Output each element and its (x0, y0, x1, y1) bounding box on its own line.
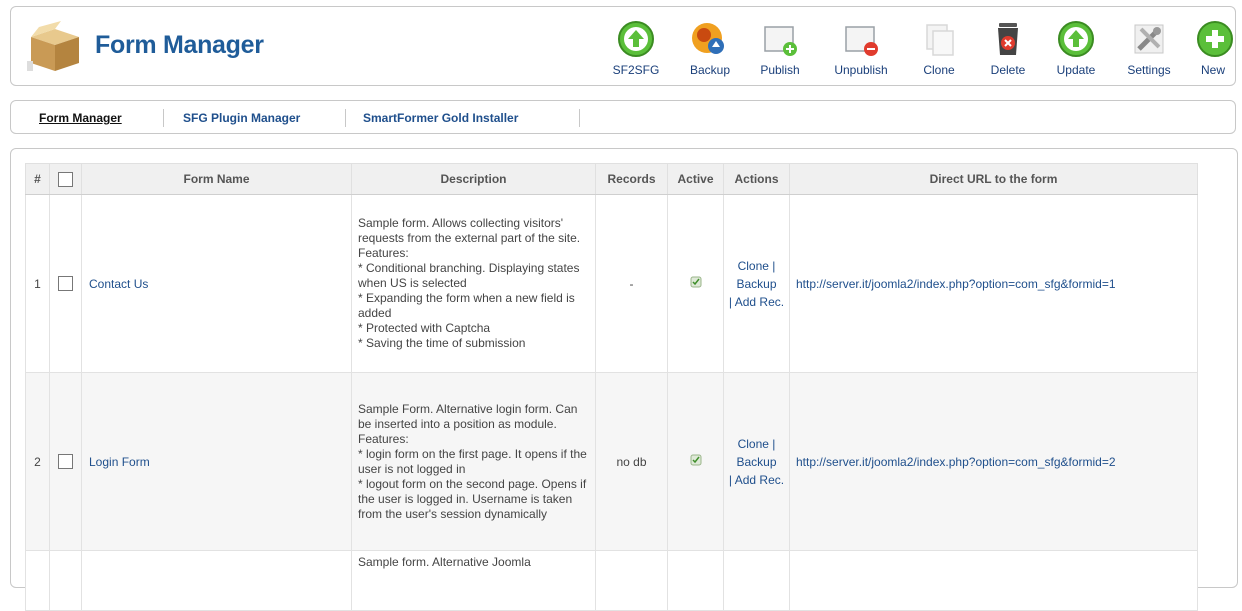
clone-icon (926, 24, 954, 56)
table-row: 2 Login Form Sample Form. Alternative lo… (25, 372, 1198, 551)
row-select-cell (49, 194, 82, 373)
col-header-records: Records (595, 163, 668, 195)
backup-action-link[interactable]: Backup (736, 455, 776, 469)
direct-url-link[interactable]: http://server.it/joomla2/index.php?optio… (796, 455, 1116, 469)
actions-cell: Clone | Backup | Add Rec. (723, 194, 790, 373)
actions-cell: Clone | Backup | Add Rec. (723, 372, 790, 551)
description-cell: Sample Form. Alternative login form. Can… (351, 372, 596, 551)
active-cell (667, 372, 724, 551)
unpublish-icon (845, 26, 878, 56)
unpublish-button[interactable]: Unpublish (829, 19, 893, 77)
form-name-link[interactable]: Contact Us (83, 277, 148, 291)
forms-table: # Form Name Description Records Active A… (25, 163, 1198, 611)
table-header-row: # Form Name Description Records Active A… (25, 163, 1198, 195)
form-name-cell: Login Form (81, 372, 352, 551)
settings-icon (1134, 24, 1164, 54)
description-text: Sample form. Allows collecting visitors'… (358, 216, 581, 350)
description-text: Sample Form. Alternative login form. Can… (358, 401, 587, 521)
col-header-direct-url: Direct URL to the form (789, 163, 1198, 195)
active-cell (667, 194, 724, 373)
submenu-separator (345, 109, 346, 127)
col-header-description: Description (351, 163, 596, 195)
form-name-link[interactable]: Login Form (83, 455, 150, 469)
published-check-icon[interactable] (690, 454, 702, 466)
new-icon (1197, 21, 1233, 57)
settings-button[interactable]: Settings (1121, 19, 1177, 77)
sf2sfg-icon (618, 21, 654, 57)
delete-button[interactable]: Delete (985, 19, 1031, 77)
backup-button[interactable]: Backup (685, 19, 735, 77)
row-checkbox[interactable] (58, 276, 73, 292)
active-cell (667, 550, 724, 611)
url-cell: http://server.it/joomla2/index.php?optio… (789, 194, 1198, 373)
clone-action-link[interactable]: Clone | (738, 437, 776, 451)
form-name-cell (81, 550, 352, 611)
url-cell: http://server.it/joomla2/index.php?optio… (789, 372, 1198, 551)
table-row: Sample form. Alternative Joomla (25, 550, 1198, 611)
submenu-separator (163, 109, 164, 127)
published-check-icon[interactable] (690, 276, 702, 288)
submenu-bar: Form Manager SFG Plugin Manager SmartFor… (10, 100, 1236, 134)
col-header-active: Active (667, 163, 724, 195)
clone-button[interactable]: Clone (917, 19, 961, 77)
submenu-item-smartformer-gold-installer[interactable]: SmartFormer Gold Installer (363, 111, 518, 125)
publish-icon (764, 26, 797, 56)
form-name-cell: Contact Us (81, 194, 352, 373)
new-button[interactable]: New (1195, 19, 1233, 77)
description-text: Sample form. Alternative Joomla (358, 555, 531, 569)
header-toolbar-box: Form Manager SF2SFG Backup Publish Unpub… (10, 6, 1236, 86)
row-checkbox[interactable] (58, 454, 73, 470)
add-record-action-link[interactable]: | Add Rec. (729, 473, 784, 487)
records-cell (595, 550, 668, 611)
description-cell: Sample form. Allows collecting visitors'… (351, 194, 596, 373)
records-cell: - (595, 194, 668, 373)
table-row: 1 Contact Us Sample form. Allows collect… (25, 194, 1198, 373)
direct-url-link[interactable]: http://server.it/joomla2/index.php?optio… (796, 277, 1116, 291)
backup-icon (692, 23, 724, 54)
clone-action-link[interactable]: Clone | (738, 259, 776, 273)
col-header-form-name[interactable]: Form Name (81, 163, 352, 195)
submenu-separator (579, 109, 580, 127)
col-header-actions: Actions (723, 163, 790, 195)
col-header-number: # (25, 163, 50, 195)
publish-button[interactable]: Publish (755, 19, 805, 77)
delete-icon (998, 23, 1018, 55)
submenu-item-form-manager[interactable]: Form Manager (39, 111, 122, 125)
row-select-cell (49, 372, 82, 551)
row-number (25, 550, 50, 611)
update-button[interactable]: Update (1051, 19, 1101, 77)
records-cell: no db (595, 372, 668, 551)
select-all-checkbox[interactable] (58, 171, 73, 187)
col-header-select-all (49, 163, 82, 195)
row-number: 1 (25, 194, 50, 373)
description-cell: Sample form. Alternative Joomla (351, 550, 596, 611)
submenu-item-sfg-plugin-manager[interactable]: SFG Plugin Manager (183, 111, 300, 125)
actions-cell (723, 550, 790, 611)
update-icon (1058, 21, 1094, 57)
forms-list-panel: # Form Name Description Records Active A… (10, 148, 1238, 611)
add-record-action-link[interactable]: | Add Rec. (729, 295, 784, 309)
url-cell (789, 550, 1198, 611)
row-select-cell (49, 550, 82, 611)
sf2sfg-button[interactable]: SF2SFG (611, 19, 661, 77)
row-number: 2 (25, 372, 50, 551)
toolbar: SF2SFG Backup Publish Unpublish Clone De… (11, 7, 1235, 85)
backup-action-link[interactable]: Backup (736, 277, 776, 291)
